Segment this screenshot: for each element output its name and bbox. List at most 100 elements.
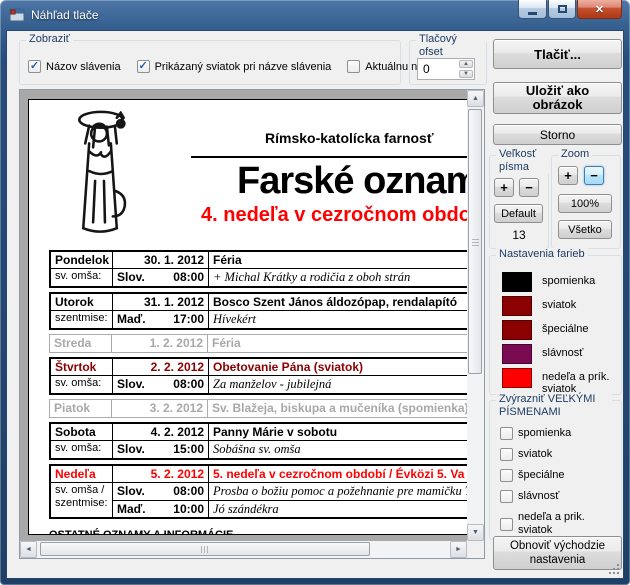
font-size-increase-button[interactable]: + [494, 178, 514, 197]
title-cell: Féria [208, 335, 467, 352]
checkbox-box[interactable] [500, 448, 513, 461]
highlight-checkbox[interactable]: špeciálne [500, 469, 604, 482]
checkbox-box[interactable]: ✓ [28, 60, 41, 73]
date-cell: 3. 2. 2012 [112, 400, 208, 417]
zoom-label: Zoom [558, 148, 592, 161]
font-size-decrease-button[interactable]: − [519, 178, 539, 197]
color-swatch[interactable] [502, 296, 532, 316]
checkbox-box[interactable] [500, 427, 513, 440]
language: Slov. [117, 483, 145, 500]
zoom-fit-all-button[interactable]: Všetko [558, 220, 612, 239]
checkbox-label: nedeľa a prik. sviatok [518, 511, 604, 537]
scroll-right-icon[interactable]: ► [450, 541, 467, 558]
spinner-buttons: ▲ ▼ [458, 59, 474, 79]
color-swatch[interactable] [502, 368, 532, 388]
highlight-checkbox[interactable]: nedeľa a prik. sviatok [500, 511, 604, 537]
horizontal-scroll-thumb[interactable] [40, 542, 370, 556]
day-cell: Pondelok [51, 252, 113, 269]
zoom-out-button[interactable]: − [584, 166, 604, 185]
save-as-image-button[interactable]: Uložiť ako obrázok [493, 82, 622, 114]
checkbox-box[interactable]: ✓ [137, 60, 150, 73]
parish-header: Rímsko-katolícka farnosť [265, 130, 434, 146]
mass-label-cell: sv. omša: [51, 441, 113, 458]
intention-cell: Sobášna sv. omša [209, 441, 467, 458]
restore-defaults-button[interactable]: Obnoviť východzie nastavenia [493, 536, 622, 570]
highlight-checkbox[interactable]: spomienka [500, 427, 604, 440]
schedule-block: Sobota4. 2. 2012Panny Márie v sobotusv. … [49, 422, 467, 460]
schedule-block: Streda1. 2. 2012Féria [49, 334, 467, 353]
scroll-left-icon[interactable]: ◄ [20, 541, 37, 558]
color-label: nedeľa a prík. sviatok [542, 371, 614, 395]
schedule-block: Piatok3. 2. 2012Sv. Blažeja, biskupa a m… [49, 399, 467, 418]
vertical-scroll-thumb[interactable] [468, 109, 482, 374]
print-offset-spinner[interactable]: 0 ▲ ▼ [417, 58, 475, 80]
color-swatch[interactable] [502, 344, 532, 364]
spinner-up-icon[interactable]: ▲ [459, 60, 473, 68]
title-cell: Sv. Blažeja, biskupa a mučeníka (spomien… [208, 400, 467, 417]
cancel-button[interactable]: Storno [493, 124, 622, 145]
day-cell: Utorok [51, 294, 113, 311]
schedule-block: Pondelok30. 1. 2012Fériasv. omša:Slov.08… [49, 250, 467, 288]
date-cell: 30. 1. 2012 [113, 252, 209, 269]
font-size-group: Veľkosť písma + − Default 13 [489, 155, 549, 249]
highlight-checkbox[interactable]: slávnosť [500, 490, 604, 503]
highlight-row: spomienka [500, 427, 604, 440]
zoom-100-button[interactable]: 100% [558, 194, 612, 213]
intention-cell: Jó szándékra [209, 500, 467, 517]
schedule-block: Štvrtok2. 2. 2012Obetovanie Pána (sviato… [49, 357, 467, 395]
highlight-row: nedeľa a prik. sviatok [500, 511, 604, 537]
color-label: spomienka [542, 275, 614, 287]
highlight-checkbox[interactable]: sviatok [500, 448, 604, 461]
print-offset-value[interactable]: 0 [418, 59, 458, 79]
language: Slov. [117, 269, 145, 286]
font-size-default-button[interactable]: Default [494, 204, 543, 223]
vertical-scrollbar[interactable]: ▲ ▼ [467, 90, 484, 541]
display-group-label: Zobraziť [26, 33, 73, 46]
header-rule [191, 156, 467, 158]
language: Maď. [117, 311, 146, 328]
day-cell: Štvrtok [51, 359, 113, 376]
color-legend-row: nedeľa a prík. sviatok [502, 368, 614, 395]
horizontal-scrollbar[interactable]: ◄ ► [20, 541, 467, 558]
schedule: Pondelok30. 1. 2012Fériasv. omša:Slov.08… [49, 250, 467, 535]
close-button[interactable]: ✕ [577, 0, 622, 19]
language-time-cell: Maď.17:00 [113, 311, 209, 328]
scrollbar-corner [467, 541, 484, 558]
display-option-checkbox[interactable]: ✓Názov slávenia [28, 60, 121, 73]
intention-cell: Hívekért [209, 311, 467, 328]
time: 08:00 [173, 269, 204, 286]
spinner-down-icon[interactable]: ▼ [459, 70, 473, 78]
checkbox-box[interactable] [500, 490, 513, 503]
language-time-cell: Slov.08:00 [113, 483, 209, 500]
language-time-cell: Slov. 08:00 [113, 269, 209, 286]
mass-label-cell: sv. omša / szentmise: [51, 483, 113, 517]
language: Maď. [117, 501, 146, 517]
language-time-cell: Slov.08:00 [113, 376, 209, 393]
font-size-label: Veľkosť písma [496, 148, 554, 174]
language: Slov. [117, 376, 145, 393]
resize-grip[interactable] [607, 562, 620, 575]
maximize-button[interactable] [548, 0, 576, 19]
display-options-group: Zobraziť ✓Názov slávenia✓Prikázaný sviat… [19, 40, 401, 85]
checkbox-label: sviatok [518, 448, 604, 461]
minimize-button[interactable] [518, 0, 547, 19]
bulletin-page: Rímsko-katolícka farnosť Farské oznamy 4… [28, 99, 467, 535]
scroll-up-icon[interactable]: ▲ [467, 90, 484, 107]
language-time-cell: Slov.15:00 [113, 441, 209, 458]
color-swatch[interactable] [502, 320, 532, 340]
checkbox-box[interactable] [347, 60, 360, 73]
scroll-down-icon[interactable]: ▼ [467, 524, 484, 541]
minimize-icon [528, 12, 537, 15]
print-preview-window: Náhľad tlače ✕ Zobraziť ✓Názov slávenia✓… [0, 0, 630, 585]
print-offset-label: Tlačový ofset [416, 33, 486, 59]
display-option-checkbox[interactable]: ✓Prikázaný sviatok pri názve slávenia [137, 60, 332, 73]
language: Slov. [117, 441, 145, 458]
checkbox-box[interactable] [500, 469, 513, 482]
color-swatch[interactable] [502, 272, 532, 292]
color-legend-row: špeciálne [502, 320, 614, 340]
maximize-icon [558, 5, 567, 13]
zoom-group: Zoom + − 100% Všetko [551, 155, 621, 249]
print-button[interactable]: Tlačiť... [493, 39, 622, 69]
checkbox-box[interactable] [500, 518, 513, 531]
zoom-in-button[interactable]: + [558, 166, 578, 185]
